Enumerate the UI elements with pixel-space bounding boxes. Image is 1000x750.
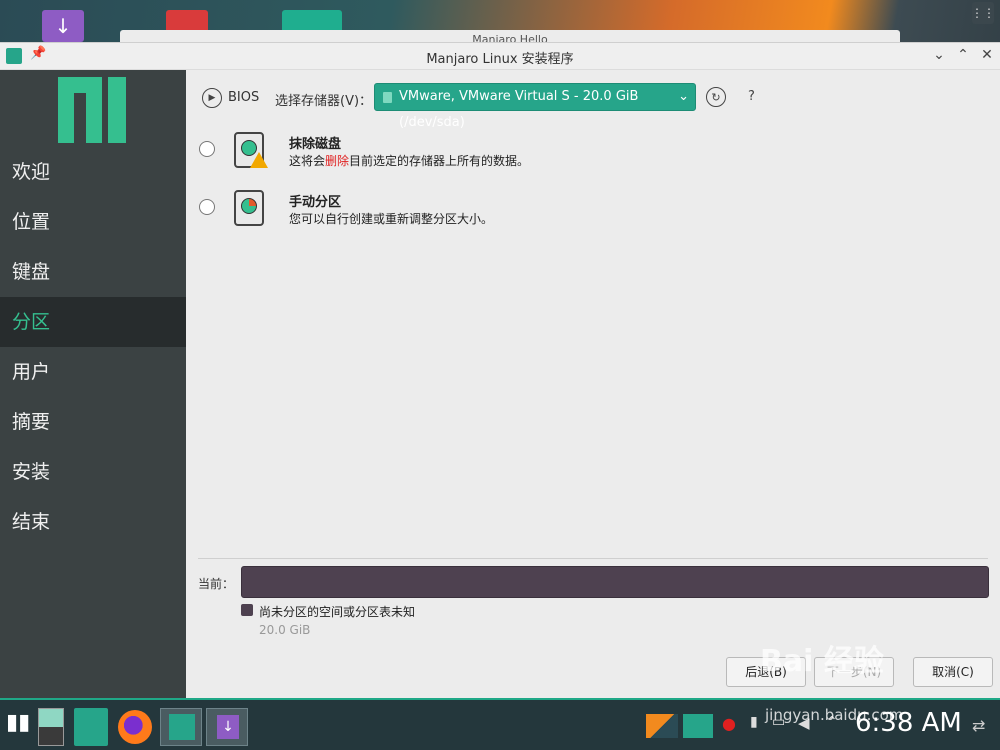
- baidu-watermark-url: jingyan.baidu.com: [765, 706, 904, 724]
- window-titlebar: 📌 Manjaro Linux 安装程序 ⌄ ⌃ ✕: [0, 43, 1000, 70]
- legend-label: 尚未分区的空间或分区表未知: [259, 605, 416, 619]
- window-title: Manjaro Linux 安装程序: [426, 52, 574, 67]
- download-task-glyph: ↓: [217, 715, 239, 739]
- wallpaper-tray-icon[interactable]: [646, 714, 678, 738]
- file-manager-icon[interactable]: [74, 708, 108, 746]
- sidebar-item-welcome[interactable]: 欢迎: [0, 147, 186, 197]
- chevron-down-icon: ⌄: [678, 89, 689, 104]
- sidebar-item-install[interactable]: 安装: [0, 447, 186, 497]
- sidebar-item-location[interactable]: 位置: [0, 197, 186, 247]
- sidebar-item-partitions[interactable]: 分区: [0, 297, 186, 347]
- download-desktop-icon[interactable]: ↓: [42, 10, 84, 42]
- bios-play-icon: ▶: [202, 88, 222, 108]
- erase-desc-after: 目前选定的存储器上所有的数据。: [349, 154, 530, 168]
- refresh-icon[interactable]: ↻: [706, 87, 726, 107]
- legend-swatch: [241, 604, 253, 616]
- panel-settings-icon[interactable]: ⇄: [972, 716, 985, 735]
- manual-partition-title: 手动分区: [289, 195, 342, 210]
- legend-size: 20.0 GiB: [259, 623, 311, 637]
- bios-label: BIOS: [228, 90, 260, 105]
- hello-window-titlebar: Manjaro Hello: [120, 30, 900, 42]
- erase-desc-before: 这将会: [289, 154, 326, 168]
- erase-disk-title: 抹除磁盘: [289, 137, 342, 152]
- folder-tray-icon[interactable]: [683, 714, 713, 738]
- sidebar-item-summary[interactable]: 摘要: [0, 397, 186, 447]
- current-label: 当前：: [198, 577, 235, 591]
- erase-disk-icon: [234, 132, 268, 168]
- sidebar: 欢迎 位置 键盘 分区 用户 摘要 安装 结束: [0, 70, 186, 698]
- cancel-button[interactable]: 取消(C): [913, 657, 993, 687]
- partition-bar: [241, 566, 989, 598]
- sidebar-item-finish[interactable]: 结束: [0, 497, 186, 547]
- warning-icon: [250, 152, 268, 168]
- show-desktop-icon[interactable]: [38, 708, 64, 746]
- maximize-icon[interactable]: ⌃: [954, 46, 972, 64]
- manual-partition-radio[interactable]: [199, 199, 215, 215]
- manual-partition-description: 您可以自行创建或重新调整分区大小。: [289, 212, 494, 226]
- installer-window: 📌 Manjaro Linux 安装程序 ⌄ ⌃ ✕ 欢迎 位置 键盘 分区 用…: [0, 42, 1000, 698]
- manjaro-logo-icon: [58, 77, 126, 143]
- erase-disk-radio[interactable]: [199, 141, 215, 157]
- manual-partition-icon: [234, 190, 264, 226]
- partition-page: ▶ BIOS 选择存储器(V)： VMware, VMware Virtual …: [186, 70, 1000, 698]
- installer-task-logo: [169, 714, 195, 740]
- firefox-icon[interactable]: [118, 710, 152, 744]
- desktop-grid-icon[interactable]: ⋮⋮: [971, 2, 995, 24]
- close-icon[interactable]: ✕: [978, 46, 996, 64]
- divider: [198, 558, 988, 559]
- erase-desc-highlight: 删除: [325, 154, 350, 168]
- ghost-tray-icon[interactable]: ●: [722, 714, 742, 738]
- installer-task-icon[interactable]: [160, 708, 202, 746]
- erase-disk-description: 这将会删除目前选定的存储器上所有的数据。: [289, 152, 529, 169]
- baidu-watermark: Bai 经验: [760, 644, 884, 679]
- storage-label: 选择存储器(V)：: [275, 94, 373, 109]
- help-button[interactable]: ?: [748, 89, 755, 104]
- sidebar-item-keyboard[interactable]: 键盘: [0, 247, 186, 297]
- usb-tray-icon[interactable]: ▮: [750, 714, 764, 738]
- sidebar-item-users[interactable]: 用户: [0, 347, 186, 397]
- download-task-icon[interactable]: ↓: [206, 708, 248, 746]
- app-menu-icon[interactable]: ▮▮: [6, 710, 30, 748]
- storage-device-value: VMware, VMware Virtual S - 20.0 GiB (/de…: [399, 89, 639, 130]
- minimize-icon[interactable]: ⌄: [930, 46, 948, 64]
- disk-platter-partitioned: [241, 198, 257, 214]
- drive-icon: [383, 92, 392, 103]
- storage-device-select[interactable]: VMware, VMware Virtual S - 20.0 GiB (/de…: [374, 83, 696, 130]
